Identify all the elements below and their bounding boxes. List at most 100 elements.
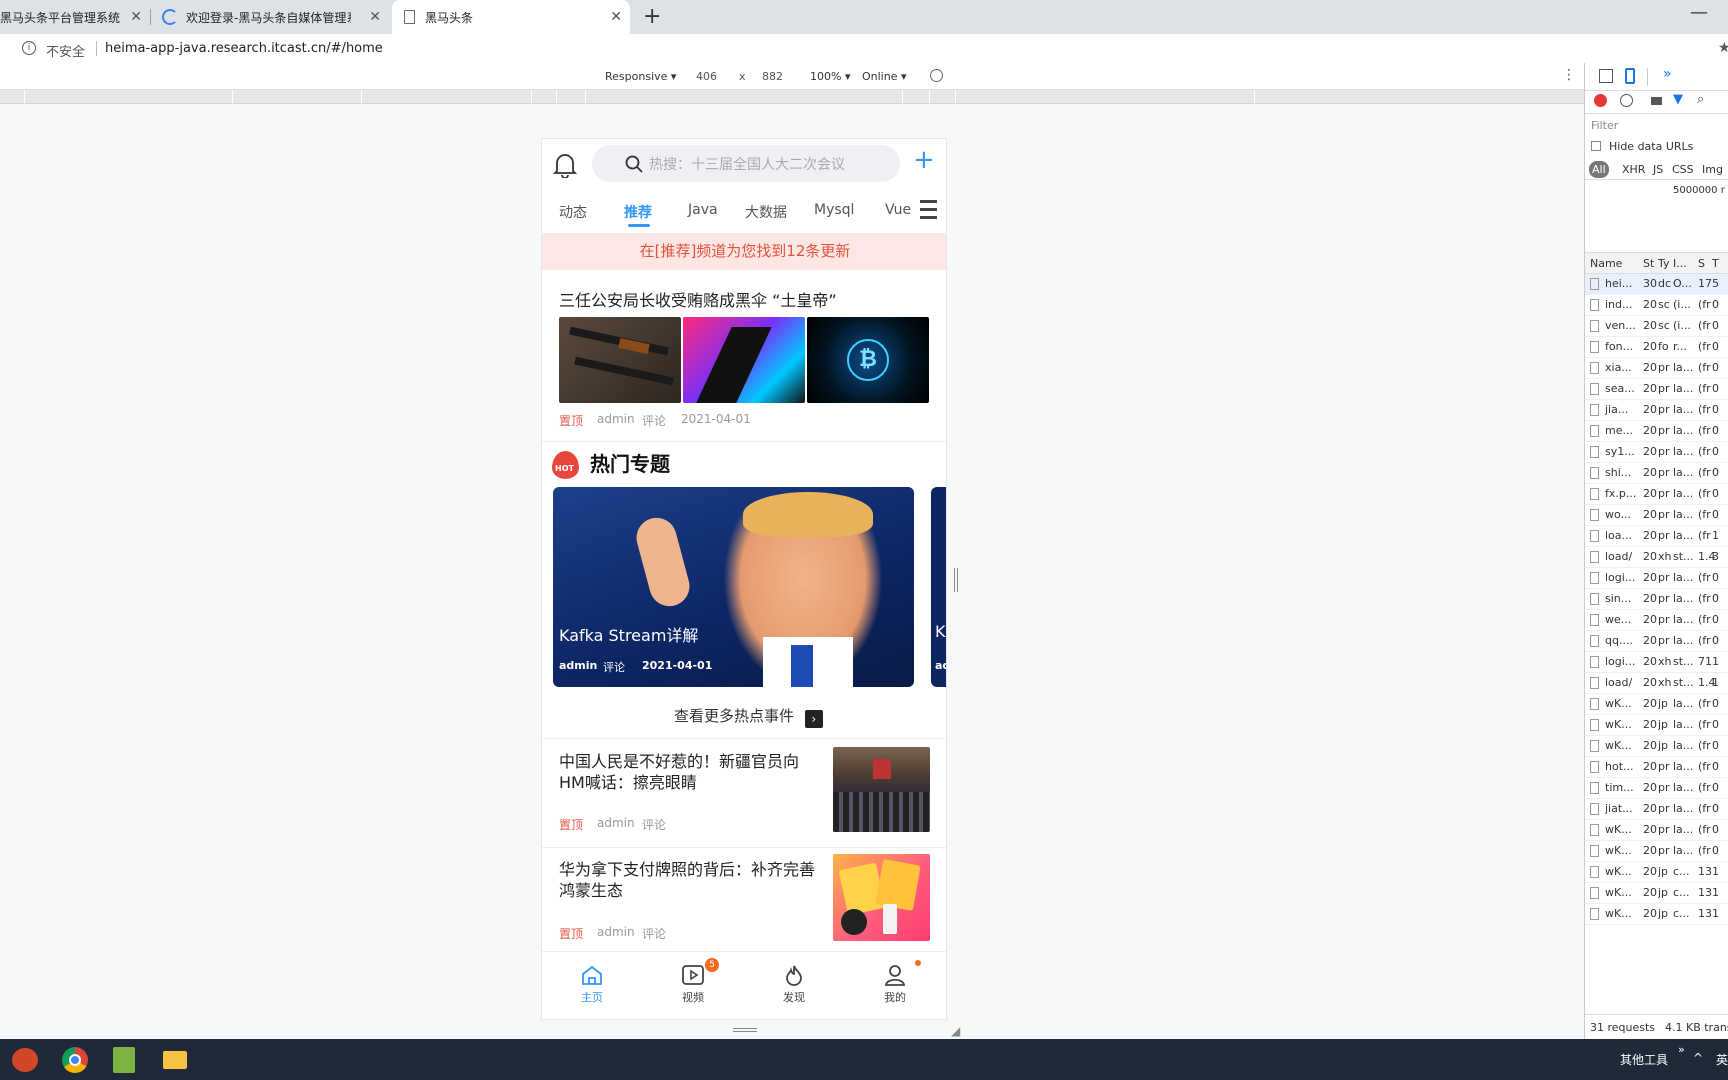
hide-data-urls-checkbox[interactable] <box>1591 141 1601 151</box>
request-row[interactable]: fx.p... 20 pr la... (fr 0 <box>1585 484 1728 505</box>
column-header[interactable]: I... <box>1673 257 1687 270</box>
request-row[interactable]: sin... 20 pr la... (fr 0 <box>1585 589 1728 610</box>
request-row[interactable]: shi... 20 pr la... (fr 0 <box>1585 463 1728 484</box>
request-row[interactable]: ven... 20 sc (i... (fr 0 <box>1585 316 1728 337</box>
column-header[interactable]: T <box>1712 257 1719 270</box>
new-tab-button[interactable]: + <box>643 4 661 29</box>
nav-home[interactable]: 主页 <box>542 964 642 1005</box>
inspect-icon[interactable] <box>1599 69 1613 83</box>
resize-corner-icon[interactable]: ◢ <box>951 1024 960 1038</box>
network-select[interactable]: Online ▾ <box>862 70 907 83</box>
request-row[interactable]: load/20 xh st... 1.4 3 <box>1585 547 1728 568</box>
article-thumbnail[interactable] <box>559 317 681 403</box>
request-row[interactable]: hot... 20 pr la... (fr 0 <box>1585 757 1728 778</box>
filter-input[interactable]: Filter <box>1591 119 1618 132</box>
filter-js[interactable]: JS <box>1653 163 1663 176</box>
more-panels-icon[interactable]: » <box>1663 66 1672 82</box>
request-row[interactable]: jiat... 20 pr la... (fr 0 <box>1585 799 1728 820</box>
menu-icon[interactable] <box>920 198 937 220</box>
request-row[interactable]: wo... 20 pr la... (fr 0 <box>1585 505 1728 526</box>
search-icon[interactable]: ⌕ <box>1697 92 1704 107</box>
minimize-button[interactable]: — <box>1690 2 1708 23</box>
channel-tab-bigdata[interactable]: 大数据 <box>745 202 787 222</box>
request-row[interactable]: wK... 20 jp c... 13 1 <box>1585 904 1728 925</box>
add-button[interactable]: + <box>913 146 935 174</box>
nav-video[interactable]: 视频 5 <box>643 958 743 1005</box>
request-row[interactable]: loa... 20 pr la... (fr 1 <box>1585 526 1728 547</box>
article-thumbnail[interactable] <box>833 854 930 941</box>
close-icon[interactable]: ✕ <box>130 9 142 25</box>
close-icon[interactable]: ✕ <box>610 9 622 25</box>
request-row[interactable]: load/20 xh st... 1.4 1 <box>1585 673 1728 694</box>
request-row[interactable]: wK... 20 jp la... (fr 0 <box>1585 694 1728 715</box>
request-row[interactable]: wK... 20 jp la... (fr 0 <box>1585 736 1728 757</box>
request-row[interactable]: sy1... 20 pr la... (fr 0 <box>1585 442 1728 463</box>
tab-admin[interactable]: 黑马头条平台管理系统 ✕ <box>0 0 150 34</box>
nav-discover[interactable]: 发现 <box>744 964 844 1005</box>
tab-heima-toutiao[interactable]: 黑马头条 ✕ <box>392 0 630 34</box>
device-toggle-icon[interactable] <box>1625 68 1635 84</box>
powerpoint-icon[interactable] <box>12 1048 38 1072</box>
device-mode-select[interactable]: Responsive ▾ <box>605 70 676 83</box>
more-options-icon[interactable]: ⋮ <box>1562 67 1576 83</box>
bell-icon[interactable] <box>553 152 577 178</box>
filter-icon[interactable]: ▼ <box>1673 92 1683 107</box>
filter-xhr[interactable]: XHR <box>1622 163 1645 176</box>
request-row[interactable]: logi... 20 xh st... 71 1 <box>1585 652 1728 673</box>
request-row[interactable]: wK... 20 jp c... 13 1 <box>1585 862 1728 883</box>
article-title[interactable]: 华为拿下支付牌照的背后：补齐完善鸿蒙生态 <box>559 859 821 901</box>
channel-tab-dongtai[interactable]: 动态 <box>559 202 587 222</box>
column-header[interactable]: St <box>1643 257 1654 270</box>
request-row[interactable]: we... 20 pr la... (fr 0 <box>1585 610 1728 631</box>
info-icon[interactable]: i <box>22 41 36 55</box>
request-row[interactable]: hei... 30 dc O... 17 5 <box>1585 274 1728 295</box>
filter-img[interactable]: Img <box>1702 163 1723 176</box>
channel-tab-mysql[interactable]: Mysql <box>814 202 854 218</box>
request-row[interactable]: fon... 20 fo r... (fr 0 <box>1585 337 1728 358</box>
clear-icon[interactable] <box>1620 94 1633 107</box>
height-field[interactable]: 882 <box>762 70 783 83</box>
chevron-up-icon[interactable]: ^ <box>1693 1051 1703 1065</box>
star-icon[interactable]: ★ <box>1718 40 1728 56</box>
resize-handle-right[interactable] <box>954 568 958 592</box>
request-row[interactable]: wK... 20 pr la... (fr 0 <box>1585 841 1728 862</box>
request-row[interactable]: tim... 20 pr la... (fr 0 <box>1585 778 1728 799</box>
column-header[interactable]: S <box>1698 257 1705 270</box>
more-hot-events-link[interactable]: 查看更多热点事件 › <box>674 705 823 728</box>
camera-icon[interactable] <box>1651 97 1662 105</box>
chevron-icon[interactable]: » <box>1678 1043 1685 1056</box>
channel-tab-java[interactable]: Java <box>688 202 718 218</box>
request-row[interactable]: qq.... 20 pr la... (fr 0 <box>1585 631 1728 652</box>
tray-label[interactable]: 其他工具 <box>1620 1051 1668 1068</box>
article-title[interactable]: 中国人民是不好惹的！新疆官员向HM喊话：擦亮眼睛 <box>559 751 821 793</box>
rotate-icon[interactable] <box>930 69 943 82</box>
hot-topic-card-next[interactable]: K ad <box>931 487 946 687</box>
search-box[interactable]: 热搜：十三届全国人大二次会议 <box>592 145 900 182</box>
column-header[interactable]: Name <box>1590 257 1622 270</box>
width-field[interactable]: 406 <box>696 70 717 83</box>
tab-media-login[interactable]: 欢迎登录-黑马头条自媒体管理系 ✕ <box>152 0 389 34</box>
article-thumbnail[interactable] <box>683 317 805 403</box>
request-row[interactable]: logi... 20 pr la... (fr 0 <box>1585 568 1728 589</box>
filter-css[interactable]: CSS <box>1672 163 1694 176</box>
request-row[interactable]: me... 20 pr la... (fr 0 <box>1585 421 1728 442</box>
article-title[interactable]: 三任公安局长收受贿赂成黑伞 “土皇帝” <box>559 287 837 311</box>
file-explorer-icon[interactable] <box>163 1051 187 1069</box>
request-row[interactable]: sea... 20 pr la... (fr 0 <box>1585 379 1728 400</box>
article-thumbnail[interactable]: ₿ <box>807 317 929 403</box>
request-row[interactable]: wK... 20 jp la... (fr 0 <box>1585 715 1728 736</box>
ime-indicator[interactable]: 英 <box>1716 1051 1728 1068</box>
url-field[interactable]: heima-app-java.research.itcast.cn/#/home <box>105 41 383 56</box>
article-thumbnail[interactable] <box>833 747 930 832</box>
request-row[interactable]: jia... 20 pr la... (fr 0 <box>1585 400 1728 421</box>
request-row[interactable]: wK... 20 jp c... 13 1 <box>1585 883 1728 904</box>
request-row[interactable]: ind... 20 sc (i... (fr 0 <box>1585 295 1728 316</box>
request-row[interactable]: xia... 20 pr la... (fr 0 <box>1585 358 1728 379</box>
request-row[interactable]: wK... 20 pr la... (fr 0 <box>1585 820 1728 841</box>
security-label[interactable]: 不安全 <box>46 41 85 60</box>
channel-tab-recommend[interactable]: 推荐 <box>624 202 652 222</box>
hot-topic-card[interactable]: Kafka Stream详解 admin 评论 2021-04-01 <box>553 487 914 687</box>
chrome-icon[interactable] <box>62 1047 88 1073</box>
channel-tab-vue[interactable]: Vue <box>885 202 911 218</box>
column-header[interactable]: Ty <box>1658 257 1670 270</box>
